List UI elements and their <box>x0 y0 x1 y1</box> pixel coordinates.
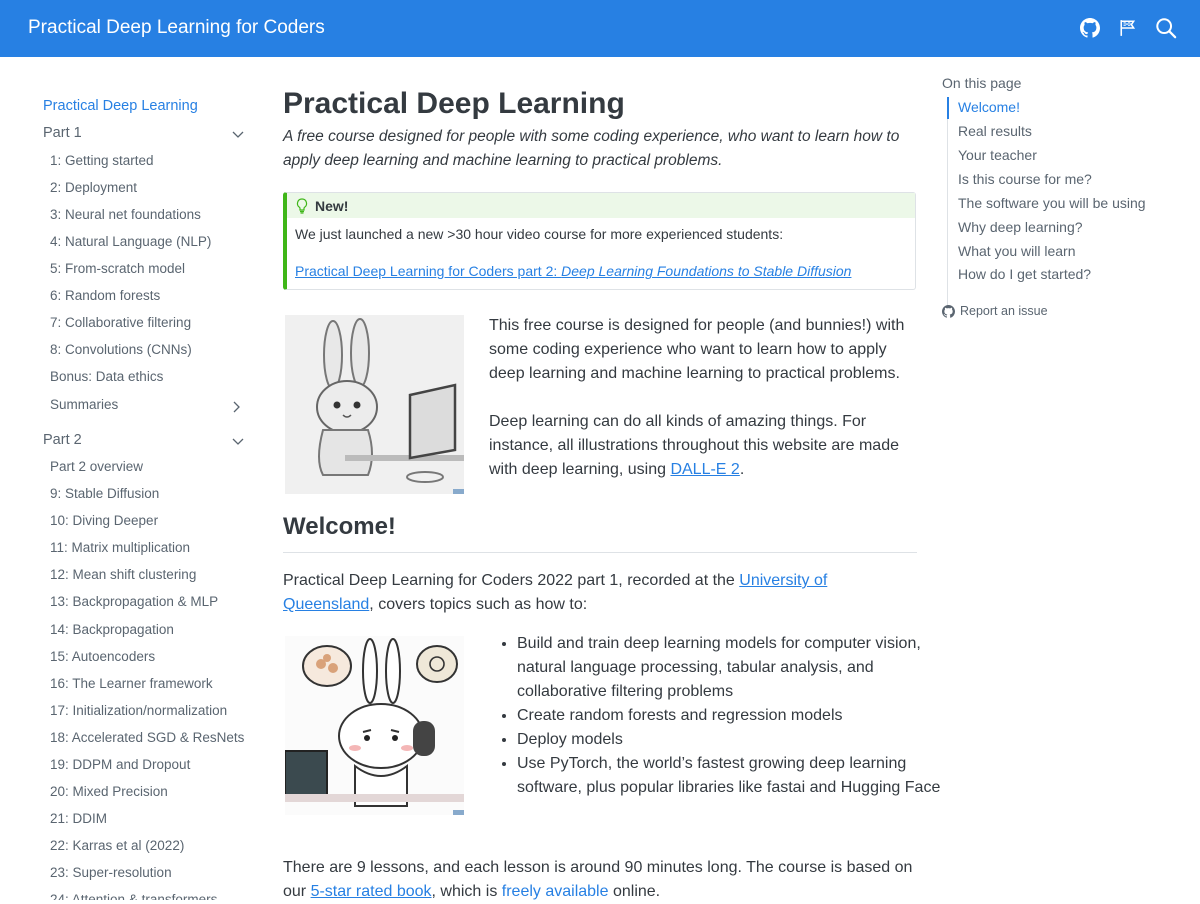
sidebar-item[interactable]: 3: Neural net foundations <box>50 207 201 222</box>
sidebar-item[interactable]: 6: Random forests <box>50 288 160 303</box>
lightbulb-icon <box>296 197 308 214</box>
callout-header: New! <box>287 193 915 218</box>
sidebar-item[interactable]: 2: Deployment <box>50 180 137 195</box>
list-item: Build and train deep learning models for… <box>517 632 942 704</box>
welcome-heading: Welcome! <box>283 513 396 540</box>
sidebar-item[interactable]: 21: DDIM <box>50 811 107 826</box>
sidebar-item[interactable]: 1: Getting started <box>50 153 154 168</box>
github-icon <box>942 304 955 318</box>
welcome-text-end: , covers topics such as how to: <box>369 596 588 613</box>
chevron-down-icon[interactable] <box>231 127 245 141</box>
toc-item[interactable]: Why deep learning? <box>958 219 1083 235</box>
lessons-text-end: online. <box>608 883 661 900</box>
page-title: Practical Deep Learning <box>283 87 625 120</box>
welcome-text: Practical Deep Learning for Coders 2022 … <box>283 572 740 589</box>
freely-available-link[interactable]: freely available <box>502 883 609 900</box>
report-issue-link[interactable]: Report an issue <box>942 304 1048 318</box>
callout-heading: New! <box>315 197 349 214</box>
section-label: Part 2 <box>43 432 82 448</box>
sidebar-item[interactable]: 8: Convolutions (CNNs) <box>50 342 192 357</box>
dalle2-link[interactable]: DALL-E 2 <box>670 461 739 478</box>
section-label: Part 1 <box>43 125 82 141</box>
sidebar-item[interactable]: 15: Autoencoders <box>50 649 155 664</box>
sidebar-item-label: Summaries <box>50 397 119 412</box>
toc-item[interactable]: What you will learn <box>958 243 1076 259</box>
toc-item[interactable]: Is this course for me? <box>958 171 1092 187</box>
sidebar-item[interactable]: 20: Mixed Precision <box>50 784 168 799</box>
lessons-paragraph: There are 9 lessons, and each lesson is … <box>283 856 913 904</box>
part2-course-link[interactable]: Practical Deep Learning for Coders part … <box>295 263 851 279</box>
sidebar-item[interactable]: 16: The Learner framework <box>50 676 213 691</box>
sidebar-item-summaries[interactable]: Summaries <box>50 397 243 414</box>
sidebar-item[interactable]: 18: Accelerated SGD & ResNets <box>50 730 244 745</box>
sidebar-item[interactable]: 13: Backpropagation & MLP <box>50 594 218 609</box>
sidebar-item[interactable]: 7: Collaborative filtering <box>50 315 191 330</box>
heading-divider <box>283 552 917 553</box>
intro-paragraph-1: This free course is designed for people … <box>489 317 905 382</box>
chevron-right-icon[interactable] <box>229 400 243 414</box>
book-link[interactable]: 5-star rated book <box>311 883 432 900</box>
part2-link-text[interactable]: Practical Deep Learning for Coders part … <box>295 263 561 279</box>
navbar: Practical Deep Learning for Coders <box>0 0 1200 57</box>
welcome-paragraph: Practical Deep Learning for Coders 2022 … <box>283 569 913 617</box>
bunny-computer-illustration <box>285 315 464 494</box>
toc-title: On this page <box>942 75 1022 91</box>
bunny-headphones-illustration <box>284 636 464 815</box>
intro2-end: . <box>739 461 745 478</box>
toc-item-welcome[interactable]: Welcome! <box>958 99 1020 115</box>
sidebar-item[interactable]: 11: Matrix multiplication <box>50 540 190 555</box>
list-item: Use PyTorch, the world’s fastest growing… <box>517 752 942 800</box>
search-icon[interactable] <box>1154 16 1178 40</box>
part2-link-italic[interactable]: Deep Learning Foundations to Stable Diff… <box>561 263 851 279</box>
list-item: Deploy models <box>517 728 942 752</box>
callout-text: We just launched a new >30 hour video co… <box>295 226 784 242</box>
page-subtitle: A free course designed for people with s… <box>283 128 900 169</box>
toc-active-indicator <box>947 97 949 119</box>
sidebar-item[interactable]: 9: Stable Diffusion <box>50 486 159 501</box>
site-title[interactable]: Practical Deep Learning for Coders <box>28 17 325 39</box>
chevron-down-icon[interactable] <box>231 434 245 448</box>
sidebar-title[interactable]: Practical Deep Learning <box>43 98 198 114</box>
github-icon[interactable] <box>1078 16 1102 40</box>
topics-list: Build and train deep learning models for… <box>490 632 942 800</box>
sidebar-item[interactable]: Bonus: Data ethics <box>50 369 163 384</box>
report-issue-label: Report an issue <box>960 304 1048 318</box>
toc-item[interactable]: The software you will be using <box>958 195 1146 211</box>
sidebar-item[interactable]: 19: DDPM and Dropout <box>50 757 190 772</box>
sidebar-item[interactable]: 12: Mean shift clustering <box>50 567 196 582</box>
toc-list: Welcome! Real results Your teacher Is th… <box>947 97 1146 307</box>
callout-new: New! We just launched a new >30 hour vid… <box>283 192 916 290</box>
sidebar-item[interactable]: 17: Initialization/normalization <box>50 703 227 718</box>
sidebar-section-part-1[interactable]: Part 1 <box>43 125 245 141</box>
sidebar-item[interactable]: 22: Karras et al (2022) <box>50 838 184 853</box>
intro-paragraph-2: Deep learning can do all kinds of amazin… <box>489 410 914 482</box>
sidebar-item[interactable]: 23: Super-resolution <box>50 865 172 880</box>
toc-item[interactable]: Real results <box>958 123 1032 139</box>
sidebar-item[interactable]: 5: From-scratch model <box>50 261 185 276</box>
flag-icon[interactable] <box>1116 16 1140 40</box>
lessons-text-mid: , which is <box>431 883 502 900</box>
sidebar-section-part-2[interactable]: Part 2 <box>43 432 245 448</box>
sidebar-item[interactable]: 4: Natural Language (NLP) <box>50 234 211 249</box>
sidebar-item[interactable]: 10: Diving Deeper <box>50 513 158 528</box>
toc-item[interactable]: How do I get started? <box>958 266 1091 282</box>
sidebar-item[interactable]: 24: Attention & transformers <box>50 892 217 900</box>
sidebar-item[interactable]: 14: Backpropagation <box>50 622 174 637</box>
sidebar: Practical Deep Learning Part 1 1: Gettin… <box>0 85 260 900</box>
list-item: Create random forests and regression mod… <box>517 704 942 728</box>
sidebar-item[interactable]: Part 2 overview <box>50 459 143 474</box>
toc-item[interactable]: Your teacher <box>958 147 1037 163</box>
